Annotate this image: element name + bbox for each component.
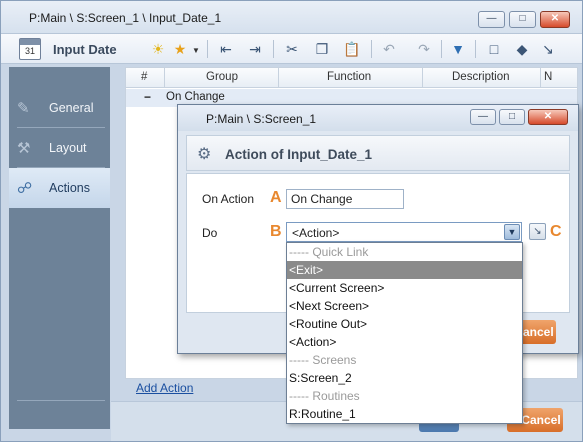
dropdown-option-screen-2[interactable]: S:Screen_2 — [287, 369, 522, 387]
toolbar-separator — [475, 40, 476, 58]
dropdown-option-current-screen[interactable]: <Current Screen> — [287, 279, 522, 297]
do-action-select[interactable]: <Action> ▼ — [286, 222, 522, 242]
nav-divider — [17, 400, 105, 401]
column-divider — [540, 68, 541, 88]
sidebar-nav: ✎ General ⚒ Layout ☍ Actions — [9, 67, 110, 429]
dialog-close-button[interactable]: ✕ — [528, 109, 568, 125]
wrench-icon: ⚒ — [17, 140, 31, 157]
export-icon[interactable]: ↘ — [537, 38, 559, 60]
nav-item-general[interactable]: ✎ General — [9, 88, 110, 128]
outdent-icon[interactable]: ⇤ — [215, 38, 237, 60]
undo-icon[interactable]: ↶ — [378, 38, 400, 60]
link-icon: ☍ — [17, 180, 33, 197]
dropdown-option-next-screen[interactable]: <Next Screen> — [287, 297, 522, 315]
toolbar-separator — [441, 40, 442, 58]
chevron-down-icon[interactable]: ▼ — [504, 224, 520, 240]
column-divider — [278, 68, 279, 88]
copy-icon[interactable]: ❐ — [311, 38, 333, 60]
group-label: On Change — [166, 91, 225, 103]
dropdown-option-exit[interactable]: <Exit> — [287, 261, 522, 279]
cut-icon[interactable]: ✂ — [281, 38, 303, 60]
dialog-heading: Action of Input_Date_1 — [225, 147, 373, 162]
dropdown-option-routine-1[interactable]: R:Routine_1 — [287, 405, 522, 423]
dialog-titlebar: P:Main \ S:Screen_1 — □ ✕ — [178, 105, 578, 131]
do-label: Do — [202, 226, 218, 240]
tag-icon[interactable]: ◆ — [511, 38, 533, 60]
window-title: P:Main \ S:Screen_1 \ Input_Date_1 — [29, 11, 222, 25]
marker-a: A — [270, 189, 282, 206]
lightbulb-icon[interactable]: ☀ — [147, 38, 169, 60]
info-icon[interactable]: ▼ — [447, 38, 469, 60]
action-dropdown-list: ----- Quick Link <Exit> <Current Screen>… — [286, 242, 523, 424]
dialog-title: P:Main \ S:Screen_1 — [206, 112, 317, 126]
column-header-description[interactable]: Description — [452, 71, 510, 83]
browse-action-button[interactable]: ↘ — [529, 223, 546, 240]
close-button[interactable]: ✕ — [540, 11, 570, 28]
dialog-minimize-button[interactable]: — — [470, 109, 496, 125]
dropdown-option-routine-out[interactable]: <Routine Out> — [287, 315, 522, 333]
comment-icon[interactable]: □ — [483, 38, 505, 60]
dropdown-separator-screens: ----- Screens — [289, 353, 357, 367]
toolbar-separator — [273, 40, 274, 58]
add-action-link[interactable]: Add Action — [136, 381, 193, 395]
chevron-down-icon[interactable]: ▼ — [192, 46, 200, 55]
on-action-label: On Action — [202, 192, 255, 206]
nav-item-actions[interactable]: ☍ Actions — [9, 168, 110, 208]
column-header-group[interactable]: Group — [206, 71, 238, 83]
calendar-icon: 31 — [19, 38, 41, 60]
dialog-header: ⚙ Action of Input_Date_1 — [186, 135, 570, 171]
column-divider — [422, 68, 423, 88]
paste-icon[interactable]: 📋 — [341, 38, 363, 60]
do-action-value: <Action> — [292, 226, 340, 240]
column-header-number[interactable]: # — [141, 71, 147, 83]
marker-b: B — [270, 223, 282, 240]
dialog-maximize-button[interactable]: □ — [499, 109, 525, 125]
pencil-icon: ✎ — [17, 100, 30, 117]
collapse-toggle[interactable]: − — [144, 90, 151, 104]
minimize-button[interactable]: — — [478, 11, 505, 28]
indent-icon[interactable]: ⇥ — [244, 38, 266, 60]
toolbar-separator — [207, 40, 208, 58]
toolbar: 31 Input Date ☀ ★ ▼ ⇤ ⇥ ✂ ❐ 📋 ↶ ↷ ▼ □ ◆ … — [1, 34, 582, 64]
redo-icon[interactable]: ↷ — [413, 38, 435, 60]
toolbar-title: Input Date — [53, 42, 117, 57]
column-header-function[interactable]: Function — [327, 71, 371, 83]
dropdown-option-action[interactable]: <Action> — [287, 333, 522, 351]
grid-header: # Group Function Description N — [126, 68, 577, 88]
dropdown-separator-quick-link: ----- Quick Link — [289, 245, 369, 259]
column-divider — [164, 68, 165, 88]
window-titlebar: P:Main \ S:Screen_1 \ Input_Date_1 — □ ✕ — [1, 1, 582, 34]
gear-icon: ⚙ — [197, 146, 212, 163]
maximize-button[interactable]: □ — [509, 11, 536, 28]
favorite-star-icon[interactable]: ★ — [169, 38, 191, 60]
dropdown-separator-routines: ----- Routines — [289, 389, 360, 403]
on-action-field[interactable] — [286, 189, 404, 209]
column-header-n[interactable]: N — [544, 71, 552, 83]
toolbar-separator — [371, 40, 372, 58]
marker-c: C — [550, 223, 562, 240]
nav-item-layout[interactable]: ⚒ Layout — [9, 128, 110, 168]
